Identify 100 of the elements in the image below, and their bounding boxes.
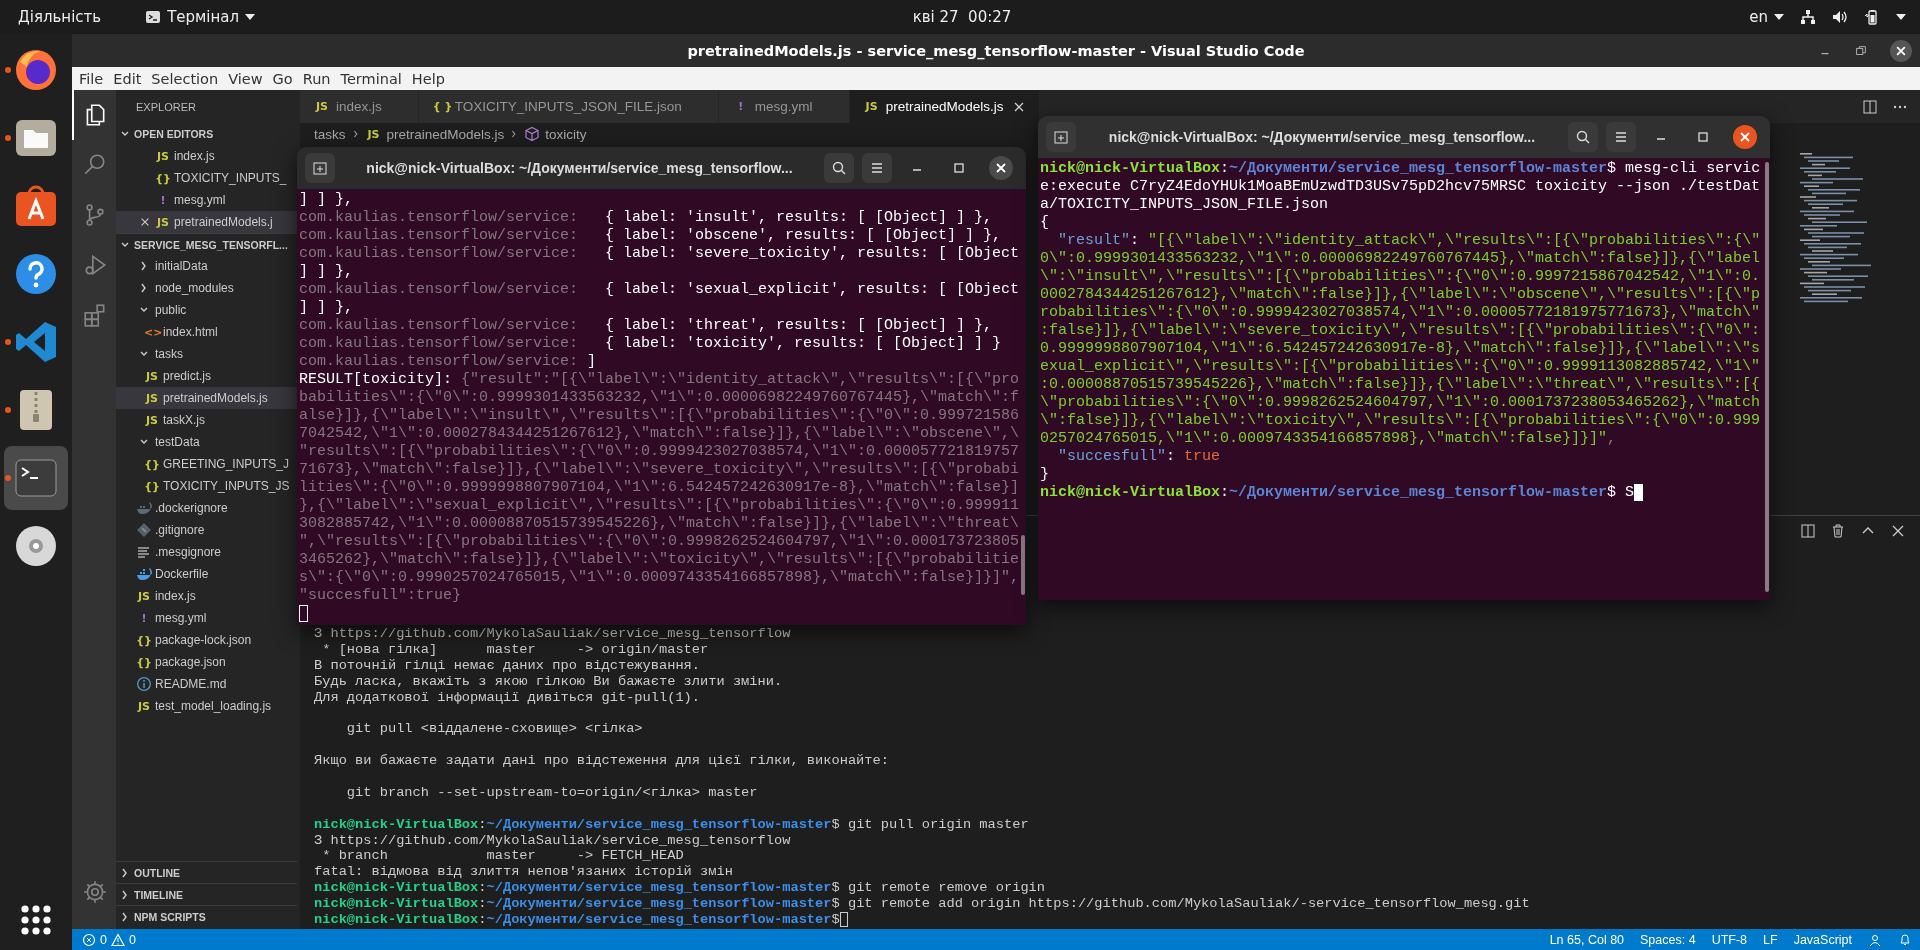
window-title: nick@nick-VirtualBox: ~/Документи/service_mesg_tensorflow... — [1107, 129, 1537, 145]
battery-icon[interactable] — [1864, 9, 1880, 25]
open-editor-item[interactable]: JS index.js — [116, 145, 297, 167]
tree-item[interactable]: .gitignore — [116, 519, 297, 541]
lines-icon — [136, 544, 152, 560]
file-icon: {} — [155, 171, 171, 185]
terminal-text: babilities\":{\"0\":0.9999301433563232,\"1\":0.00006982249760767445},\"match\":f — [299, 389, 1020, 406]
tree-item[interactable]: public — [116, 299, 297, 321]
maximize-icon[interactable] — [952, 161, 966, 175]
editor-tab[interactable]: { } TOXICITY_INPUTS_JSON_FILE.json — [418, 90, 719, 123]
apps-grid-icon[interactable] — [20, 904, 52, 936]
file-icon: {} — [144, 457, 160, 471]
section-header[interactable]: OPEN EDITORS — [116, 123, 297, 145]
file-icon: JS — [155, 215, 171, 229]
tree-item[interactable]: tasks — [116, 343, 297, 365]
feedback-icon[interactable] — [1868, 932, 1882, 947]
bell-icon[interactable] — [1898, 932, 1912, 947]
tree-item[interactable]: .mesgignore — [116, 541, 297, 563]
breadcrumb-item[interactable]: tasks — [314, 126, 346, 142]
tree-item[interactable]: JS index.js — [116, 585, 297, 607]
tree-item[interactable]: initialData — [116, 255, 297, 277]
status-item[interactable]: LF — [1763, 932, 1778, 947]
tree-item[interactable]: testData — [116, 431, 297, 453]
terminal-text: 71673},\"match\":false}]},{\"label\":\"severe_toxicity\",\"results\":[{\"probabi — [299, 461, 1020, 478]
open-editor-item[interactable]: JS pretrainedModels.j — [116, 211, 297, 233]
tree-item[interactable]: .dockerignore — [116, 497, 297, 519]
caret-icon — [1774, 14, 1784, 20]
terminal-text: alse}]},{\"label\":\"insult\",\"results\":[{\"probabilities\":{\"0\":0.999721586 — [299, 407, 1020, 424]
caret-icon[interactable] — [1896, 14, 1906, 20]
error-icon[interactable] — [82, 932, 96, 947]
close-icon[interactable] — [139, 216, 151, 228]
status-item[interactable]: Ln 65, Col 80 — [1549, 932, 1625, 947]
breadcrumb-item[interactable]: JS pretrainedModels.js — [365, 126, 505, 142]
tree-item[interactable]: ! mesg.yml — [116, 607, 297, 629]
tree-item[interactable]: {} package-lock.json — [116, 629, 297, 651]
restore-icon[interactable] — [1854, 43, 1868, 58]
menu-item[interactable]: Selection — [146, 70, 224, 87]
split-editor-icon[interactable] — [1862, 98, 1878, 115]
status-item[interactable]: UTF-8 — [1711, 932, 1748, 947]
tree-item[interactable]: {} GREETING_INPUTS_J — [116, 453, 297, 475]
warning-icon[interactable] — [110, 932, 125, 947]
status-item[interactable]: Spaces: 4 — [1640, 932, 1696, 947]
language-menu[interactable]: en — [1749, 8, 1784, 26]
terminal-text: com.kaulias.tensorflow/service: — [299, 335, 579, 352]
menu-item[interactable]: Edit — [108, 70, 147, 87]
search-button[interactable] — [1568, 122, 1598, 152]
json-string: 0002784344251267612},\"match\":false}]},{\"label\":\"obscene\",\"results\":[{\"p — [1040, 286, 1761, 303]
new-tab-icon — [1053, 129, 1069, 145]
section-header[interactable]: TIMELINE — [116, 883, 297, 905]
volume-icon[interactable] — [1832, 9, 1848, 25]
json-string: :0.00008870515739545226},\"match\":false}]},{\"label\":\"threat\",\"results\":[{ — [1040, 376, 1761, 393]
editor-tab[interactable]: ! mesg.yml — [718, 90, 850, 123]
open-editor-item[interactable]: {} TOXICITY_INPUTS_ — [116, 167, 297, 189]
close-icon[interactable] — [1890, 39, 1912, 62]
tree-item[interactable]: {} TOXICITY_INPUTS_JS — [116, 475, 297, 497]
split-terminal-icon[interactable] — [1800, 523, 1816, 539]
terminal-text: ] ] }, — [299, 263, 353, 280]
breadcrumb-item[interactable]: toxicity — [524, 126, 587, 142]
tree-item[interactable]: JS pretrainedModels.js — [116, 387, 297, 409]
tree-item[interactable]: JS taskX.js — [116, 409, 297, 431]
editor-tab[interactable]: JS pretrainedModels.js — [849, 90, 1041, 123]
trash-icon[interactable] — [1830, 523, 1846, 539]
open-editor-item[interactable]: ! mesg.yml — [116, 189, 297, 211]
close-icon[interactable] — [1890, 523, 1906, 539]
tree-item[interactable]: JS predict.js — [116, 365, 297, 387]
new-tab-button[interactable] — [1046, 122, 1076, 152]
activities-button[interactable]: Діяльність — [18, 8, 102, 26]
search-button[interactable] — [824, 153, 854, 183]
network-icon[interactable] — [1800, 9, 1816, 25]
close-icon[interactable] — [1733, 125, 1757, 149]
terminal-text: : — [478, 880, 487, 896]
editor-tab[interactable]: JS index.js — [300, 90, 419, 123]
menu-item[interactable]: Go — [267, 70, 298, 87]
tree-item[interactable]: node_modules — [116, 277, 297, 299]
tree-item[interactable]: <>index.html — [116, 321, 297, 343]
menu-item[interactable]: File — [74, 70, 109, 87]
tree-item[interactable]: Dockerfile — [116, 563, 297, 585]
json-string: \":\"insult\",\"results\":[{\"probabilities\":{\"0\":0.9997215867042542,\"1\":0. — [1040, 268, 1761, 285]
tree-item[interactable]: README.md — [116, 673, 297, 695]
menu-button[interactable] — [1606, 122, 1636, 152]
menu-item[interactable]: Terminal — [335, 70, 407, 87]
app-menu[interactable]: Термінал — [145, 8, 256, 26]
section-header[interactable]: NPM SCRIPTS — [116, 905, 297, 927]
terminal-text: fatal: відмова від злиття непов'язаних історій змін — [314, 864, 733, 880]
json-string: \":false}]},{\"label\":\"toxicity\",\"results\":[{\"probabilities\":{\"0\":0.999 — [1040, 412, 1761, 429]
tree-item[interactable]: {} package.json — [116, 651, 297, 673]
status-item[interactable]: JavaScript — [1793, 932, 1852, 947]
menu-item[interactable]: View — [223, 70, 268, 87]
terminal-text: З https://github.com/MykolaSauliak/service_mesg_tensorflow — [314, 832, 791, 848]
menu-item[interactable]: Help — [406, 70, 450, 87]
section-header[interactable]: OUTLINE — [116, 861, 297, 883]
close-icon[interactable] — [989, 156, 1013, 180]
terminal-text: { label: 'toxicity', results: [ [Object] ] } — [604, 335, 1002, 352]
menu-item[interactable]: Run — [297, 70, 336, 87]
maximize-icon[interactable] — [1696, 130, 1710, 144]
file-icon: JS — [155, 149, 171, 163]
settings-icon — [82, 879, 108, 905]
tree-item[interactable]: JS test_model_loading.js — [116, 695, 297, 717]
menu-button[interactable] — [862, 153, 892, 183]
new-tab-button[interactable] — [305, 153, 335, 183]
